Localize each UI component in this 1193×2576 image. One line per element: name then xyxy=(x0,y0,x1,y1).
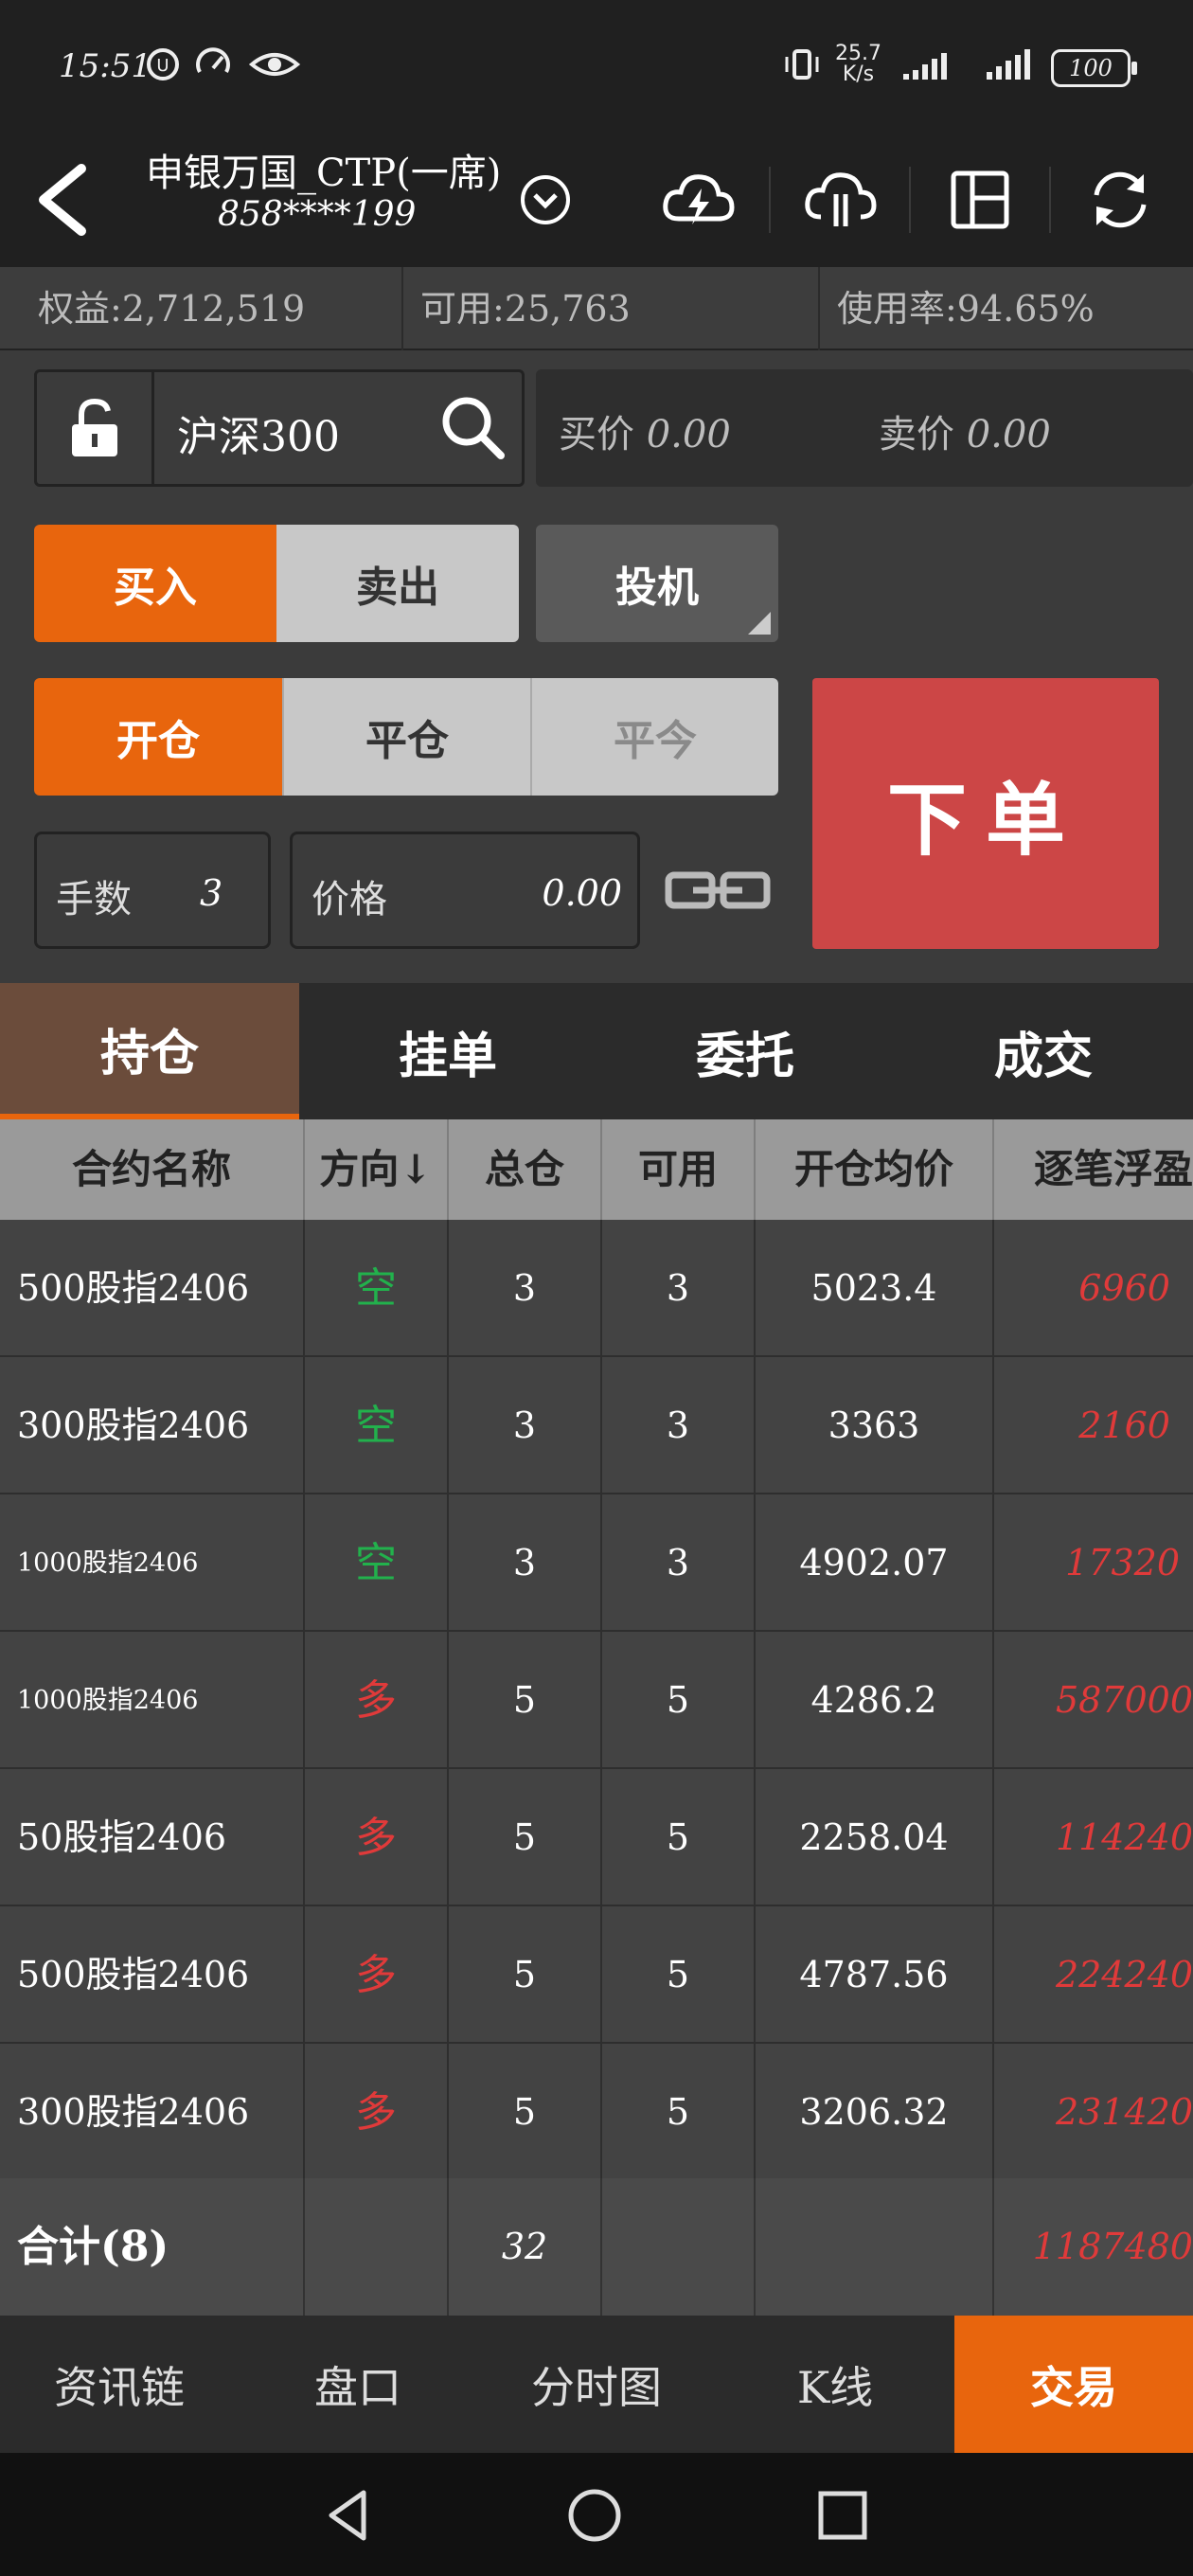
cloud-upload-icon xyxy=(805,172,877,226)
cloud-upload-button[interactable] xyxy=(797,161,882,239)
table-row[interactable]: 500股指2406 多 5 5 4787.56 224240 xyxy=(0,1906,1193,2044)
header-separator xyxy=(909,167,911,233)
search-icon[interactable] xyxy=(438,393,507,461)
col-total[interactable]: 总仓 xyxy=(449,1119,602,1220)
header-separator xyxy=(769,167,771,233)
lots-field[interactable]: 手数 3 xyxy=(34,832,271,949)
table-row[interactable]: 300股指2406 多 5 5 3206.32 231420 xyxy=(0,2044,1193,2181)
header-separator xyxy=(1049,167,1051,233)
vibrate-icon xyxy=(785,49,819,80)
nav-trade[interactable]: 交易 xyxy=(954,2316,1193,2453)
sell-button[interactable]: 卖出 xyxy=(276,525,519,642)
refresh-button[interactable] xyxy=(1077,161,1163,239)
account-number[interactable]: 858****199 xyxy=(218,195,416,234)
col-contract[interactable]: 合约名称 xyxy=(0,1119,305,1220)
divider xyxy=(401,267,403,350)
tab-positions[interactable]: 持仓 xyxy=(0,983,299,1119)
battery-icon: 100 xyxy=(1051,49,1137,87)
eye-icon xyxy=(248,53,301,76)
tab-orders[interactable]: 委托 xyxy=(596,983,894,1119)
close-position-button[interactable]: 平仓 xyxy=(282,678,530,796)
nav-orderbook[interactable]: 盘口 xyxy=(239,2316,477,2453)
recents-square-icon[interactable] xyxy=(816,2489,869,2542)
table-total-row: 合计(8) 32 1187480 xyxy=(0,2178,1193,2316)
total-pnl: 1187480 xyxy=(1032,2226,1193,2267)
signal-icon-2 xyxy=(987,49,1030,80)
layout-button[interactable] xyxy=(937,161,1023,239)
refresh-icon xyxy=(1094,171,1147,228)
cloud-sync-button[interactable] xyxy=(655,161,740,239)
open-position-button[interactable]: 开仓 xyxy=(34,678,282,796)
chevron-down-icon xyxy=(521,175,570,224)
signal-icon xyxy=(903,53,947,80)
status-bar: 15:51 U 25.7 K/s 100 xyxy=(0,0,1193,133)
link-icon[interactable] xyxy=(665,868,771,913)
quote-box: 买价 0.00 卖价 0.00 xyxy=(536,369,1193,487)
table-row[interactable]: 300股指2406 空 3 3 3363 2160 xyxy=(0,1357,1193,1494)
speedometer-icon xyxy=(196,47,230,73)
total-positions: 32 xyxy=(449,2178,602,2316)
col-floating-pnl[interactable]: 逐笔浮盈 xyxy=(994,1119,1193,1220)
equity-value: 权益:2,712,519 xyxy=(38,288,306,330)
network-speed: 25.7 K/s xyxy=(835,42,881,86)
cloud-lightning-icon xyxy=(663,174,735,224)
unlock-icon xyxy=(71,398,117,456)
home-circle-icon[interactable] xyxy=(566,2487,623,2544)
notification-icon: U xyxy=(147,48,179,80)
col-direction[interactable]: 方向↓ xyxy=(305,1119,449,1220)
corner-triangle-icon xyxy=(748,612,771,635)
tab-pending[interactable]: 挂单 xyxy=(299,983,596,1119)
system-nav-bar xyxy=(0,2453,1193,2576)
price-field[interactable]: 价格 0.00 xyxy=(290,832,640,949)
lock-button[interactable] xyxy=(37,372,154,484)
app-header: 申银万国_CTP(一席) 858****199 xyxy=(0,133,1193,267)
symbol-selector[interactable]: 沪深300 xyxy=(34,369,525,487)
tab-trades[interactable]: 成交 xyxy=(894,983,1193,1119)
ask-price: 卖价 0.00 xyxy=(879,413,1051,456)
col-available[interactable]: 可用 xyxy=(602,1119,756,1220)
table-row[interactable]: 1000股指2406 空 3 3 4902.07 17320 xyxy=(0,1494,1193,1632)
nav-news[interactable]: 资讯链 xyxy=(0,2316,239,2453)
nav-kline[interactable]: K线 xyxy=(716,2316,954,2453)
col-avg-price[interactable]: 开仓均价 xyxy=(756,1119,994,1220)
nav-intraday-chart[interactable]: 分时图 xyxy=(477,2316,716,2453)
table-row[interactable]: 500股指2406 空 3 3 5023.4 6960 xyxy=(0,1220,1193,1357)
position-tabs: 持仓 挂单 委托 成交 xyxy=(0,983,1193,1119)
back-arrow-icon[interactable] xyxy=(28,157,104,242)
lots-value[interactable]: 3 xyxy=(200,872,223,914)
place-order-button[interactable]: 下单 xyxy=(812,678,1159,949)
buy-button[interactable]: 买入 xyxy=(34,525,276,642)
speculation-dropdown[interactable]: 投机 xyxy=(536,525,778,642)
close-today-button[interactable]: 平今 xyxy=(530,678,778,796)
bottom-nav: 资讯链 盘口 分时图 K线 交易 xyxy=(0,2316,1193,2453)
price-value[interactable]: 0.00 xyxy=(542,872,622,914)
account-name[interactable]: 申银万国_CTP(一席) xyxy=(146,142,501,197)
layout-icon xyxy=(951,170,1009,229)
account-dropdown-button[interactable] xyxy=(502,161,589,239)
symbol-name: 沪深300 xyxy=(177,413,340,461)
table-row[interactable]: 1000股指2406 多 5 5 4286.2 587000 xyxy=(0,1632,1193,1769)
back-triangle-icon[interactable] xyxy=(322,2487,379,2544)
table-row[interactable]: 50股指2406 多 5 5 2258.04 114240 xyxy=(0,1769,1193,1906)
status-time: 15:51 xyxy=(59,47,151,85)
order-panel: 沪深300 买价 0.00 卖价 0.00 买入 卖出 投机 开仓 平仓 平今 … xyxy=(0,350,1193,983)
bid-price: 买价 0.00 xyxy=(559,413,731,456)
divider xyxy=(818,267,820,350)
account-summary-bar: 权益:2,712,519 可用:25,763 使用率:94.65% xyxy=(0,267,1193,350)
usage-rate-value: 使用率:94.65% xyxy=(837,288,1095,330)
positions-table-header: 合约名称 方向↓ 总仓 可用 开仓均价 逐笔浮盈 xyxy=(0,1119,1193,1220)
available-value: 可用:25,763 xyxy=(420,288,631,330)
svg-text:U: U xyxy=(156,56,169,76)
total-label: 合计(8) xyxy=(0,2178,305,2316)
